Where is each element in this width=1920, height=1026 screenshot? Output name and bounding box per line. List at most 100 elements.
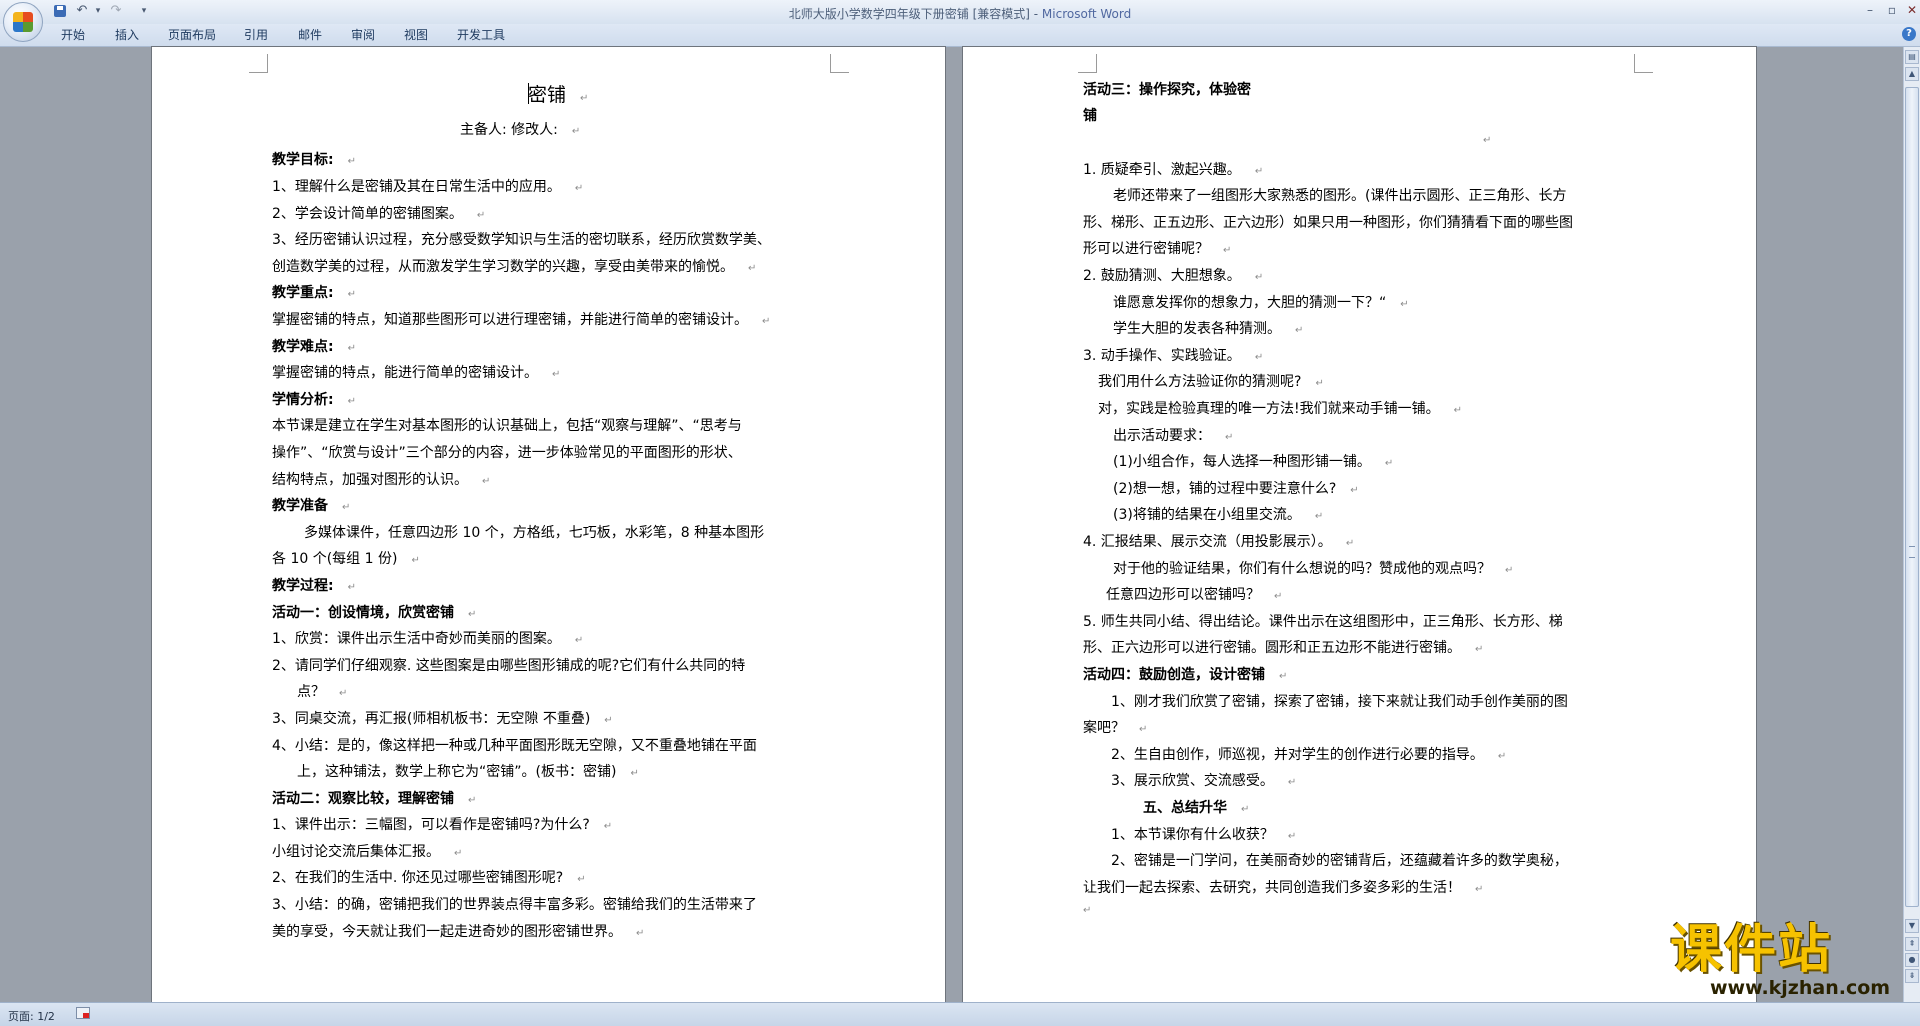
- view-ruler-icon[interactable]: ▤: [1905, 50, 1919, 64]
- paragraph: 小组讨论交流后集体汇报。: [272, 843, 462, 863]
- tab-review[interactable]: 审阅: [349, 27, 377, 43]
- paragraph: 3、经历密铺认识过程，充分感受数学知识与生活的密切联系，经历欣赏数学美、: [272, 232, 771, 248]
- paragraph: 让我们一起去探索、去研究，共同创造我们多姿多彩的生活！: [1083, 879, 1483, 899]
- document-name: 北师大版小学数学四年级下册密铺 [兼容模式] -: [788, 7, 1042, 21]
- paragraph: 对于他的验证结果，你们有什么想说的吗？赞成他的观点吗？: [1113, 560, 1513, 580]
- help-icon[interactable]: ?: [1902, 27, 1916, 41]
- heading: 教学重点:: [272, 284, 356, 304]
- tab-references[interactable]: 引用: [242, 27, 270, 43]
- heading: 五、总结升华: [1143, 799, 1249, 819]
- status-bar: 页面: 1/2: [0, 1002, 1920, 1026]
- tab-view[interactable]: 视图: [402, 27, 430, 43]
- document-page-2[interactable]: 活动三：操作探究，体验密 铺 ↵ 1. 质疑牵引、激起兴趣。 老师还带来了一组图…: [963, 47, 1756, 1002]
- paragraph: 对，实践是检验真理的唯一方法!我们就来动手铺一铺。: [1098, 400, 1462, 420]
- paragraph: 掌握密铺的特点，知道那些图形可以进行理密铺，并能进行简单的密铺设计。: [272, 311, 770, 331]
- heading: 教学目标:: [272, 151, 356, 171]
- paragraph: 创造数学美的过程，从而激发学生学习数学的兴趣，享受由美带来的愉悦。: [272, 258, 756, 278]
- paragraph: 2、在我们的生活中. 你还见过哪些密铺图形呢?: [272, 869, 586, 889]
- heading: 学情分析:: [272, 391, 356, 411]
- office-button[interactable]: [3, 2, 43, 42]
- grip-icon: [1909, 546, 1915, 558]
- document-page-1[interactable]: 密铺 主备人: 修改人: 教学目标: 1、理解什么是密铺及其在日常生活中的应用。…: [152, 47, 945, 1002]
- paragraph: 5. 师生共同小结、得出结论。课件出示在这组图形中，正三角形、长方形、梯: [1083, 614, 1563, 630]
- paragraph: 老师还带来了一组图形大家熟悉的图形。(课件出示圆形、正三角形、长方: [1113, 188, 1567, 204]
- paragraph: 4、小结：是的，像这样把一种或几种平面图形既无空隙，又不重叠地铺在平面: [272, 738, 757, 754]
- paragraph: 学生大胆的发表各种猜测。: [1113, 320, 1303, 340]
- restore-button[interactable]: ▫: [1882, 2, 1902, 18]
- paragraph-mark: ↵: [1083, 905, 1092, 916]
- close-button[interactable]: ✕: [1902, 2, 1920, 18]
- document-title: 密铺: [528, 83, 588, 111]
- crop-mark: [249, 54, 268, 73]
- paragraph: 本节课是建立在学生对基本图形的认识基础上，包括“观察与理解”、“思考与: [272, 418, 742, 434]
- paragraph: 形、正六边形可以进行密铺。圆形和正五边形不能进行密铺。: [1083, 639, 1483, 659]
- proofing-errors-icon[interactable]: [76, 1007, 90, 1019]
- heading: 铺: [1083, 108, 1097, 124]
- paragraph: 3、展示欣赏、交流感受。: [1111, 772, 1296, 792]
- paragraph: 1、课件出示：三幅图，可以看作是密铺吗?为什么?: [272, 816, 612, 836]
- paragraph: 美的享受，今天就让我们一起走进奇妙的图形密铺世界。: [272, 923, 644, 943]
- office-logo-icon: [13, 12, 33, 32]
- watermark-logo-text: 课件站: [1670, 919, 1833, 980]
- tab-developer[interactable]: 开发工具: [455, 27, 507, 43]
- tab-page-layout[interactable]: 页面布局: [166, 27, 218, 43]
- paragraph-mark: ↵: [1483, 135, 1492, 146]
- tab-home[interactable]: 开始: [59, 27, 87, 43]
- vertical-scrollbar[interactable]: ▤ ▲ ▼ ⇞ ● ⇟: [1903, 47, 1920, 1002]
- heading: 教学难点:: [272, 338, 356, 358]
- paragraph: 2. 鼓励猜测、大胆想象。: [1083, 267, 1263, 287]
- paragraph: (1)小组合作，每人选择一种图形铺一铺。: [1113, 453, 1393, 473]
- paragraph: 1、理解什么是密铺及其在日常生活中的应用。: [272, 178, 583, 198]
- window-title: 北师大版小学数学四年级下册密铺 [兼容模式] - Microsoft Word: [0, 5, 1920, 22]
- paragraph: 3、小结：的确，密铺把我们的世界装点得丰富多彩。密铺给我们的生活带来了: [272, 897, 757, 913]
- tab-mailings[interactable]: 邮件: [296, 27, 324, 43]
- paragraph: 谁愿意发挥你的想象力，大胆的猜测一下？“: [1113, 294, 1409, 314]
- paragraph: 操作”、“欣赏与设计”三个部分的内容，进一步体验常见的平面图形的形状、: [272, 445, 742, 461]
- heading: 活动三：操作探究，体验密: [1083, 82, 1251, 98]
- paragraph: 4. 汇报结果、展示交流（用投影展示）。: [1083, 533, 1354, 553]
- scroll-up-icon[interactable]: ▲: [1905, 67, 1919, 81]
- paragraph: 2、密铺是一门学问，在美丽奇妙的密铺背后，还蕴藏着许多的数学奥秘，: [1111, 853, 1568, 869]
- paragraph: 掌握密铺的特点，能进行简单的密铺设计。: [272, 364, 560, 384]
- minimize-button[interactable]: –: [1860, 2, 1880, 18]
- paragraph: (2)想一想，铺的过程中要注意什么?: [1113, 480, 1359, 500]
- paragraph: (3)将铺的结果在小组里交流。: [1113, 506, 1323, 526]
- paragraph: 1、本节课你有什么收获？: [1111, 826, 1296, 846]
- paragraph: 1、欣赏：课件出示生活中奇妙而美丽的图案。: [272, 630, 583, 650]
- paragraph: 出示活动要求：: [1113, 427, 1233, 447]
- paragraph: 结构特点，加强对图形的认识。: [272, 471, 490, 491]
- paragraph: 3、同桌交流，再汇报(师相机板书：无空隙 不重叠): [272, 710, 613, 730]
- watermark-url: www.kjzhan.com: [1710, 977, 1891, 999]
- scroll-thumb[interactable]: [1905, 87, 1919, 907]
- paragraph: 2、生自由创作，师巡视，并对学生的创作进行必要的指导。: [1111, 746, 1506, 766]
- paragraph: 1、刚才我们欣赏了密铺，探索了密铺，接下来就让我们动手创作美丽的图: [1111, 694, 1568, 710]
- heading: 活动四：鼓励创造，设计密铺: [1083, 666, 1287, 686]
- crop-mark: [830, 54, 849, 73]
- crop-mark: [1078, 54, 1097, 73]
- heading: 活动二：观察比较，理解密铺: [272, 790, 476, 810]
- paragraph: 案吧？: [1083, 719, 1147, 739]
- crop-mark: [1634, 54, 1653, 73]
- paragraph: 各 10 个(每组 1 份): [272, 550, 420, 570]
- paragraph: 3. 动手操作、实践验证。: [1083, 347, 1263, 367]
- site-watermark: 课件站 www.kjzhan.com: [1662, 922, 1920, 1002]
- heading: 教学准备: [272, 497, 350, 517]
- heading: 教学过程:: [272, 577, 356, 597]
- tab-insert[interactable]: 插入: [113, 27, 141, 43]
- paragraph: 任意四边形可以密铺吗？: [1106, 586, 1282, 606]
- paragraph: 2、学会设计简单的密铺图案。: [272, 205, 485, 225]
- paragraph: 1. 质疑牵引、激起兴趣。: [1083, 161, 1263, 181]
- heading: 活动一：创设情境，欣赏密铺: [272, 604, 476, 624]
- page-count[interactable]: 页面: 1/2: [8, 1008, 55, 1024]
- paragraph: 上，这种铺法，数学上称它为“密铺”。(板书：密铺): [297, 763, 639, 783]
- title-bar: ↶ ▾ ↷ ▾ 北师大版小学数学四年级下册密铺 [兼容模式] - Microso…: [0, 0, 1920, 42]
- paragraph: 形、梯形、正五边形、正六边形）如果只用一种图形，你们猜猜看下面的哪些图: [1083, 215, 1573, 231]
- paragraph: 2、请同学们仔细观察. 这些图案是由哪些图形铺成的呢?它们有什么共同的特: [272, 658, 746, 674]
- ribbon-tabs: 开始 插入 页面布局 引用 邮件 审阅 视图 开发工具 ?: [0, 24, 1920, 47]
- paragraph: 我们用什么方法验证你的猜测呢?: [1098, 373, 1324, 393]
- paragraph: 点？: [297, 683, 347, 703]
- paragraph: 形可以进行密铺呢？: [1083, 240, 1231, 260]
- text-cursor: [528, 83, 529, 104]
- author-line: 主备人: 修改人:: [460, 121, 580, 141]
- app-name: Microsoft Word: [1041, 7, 1132, 21]
